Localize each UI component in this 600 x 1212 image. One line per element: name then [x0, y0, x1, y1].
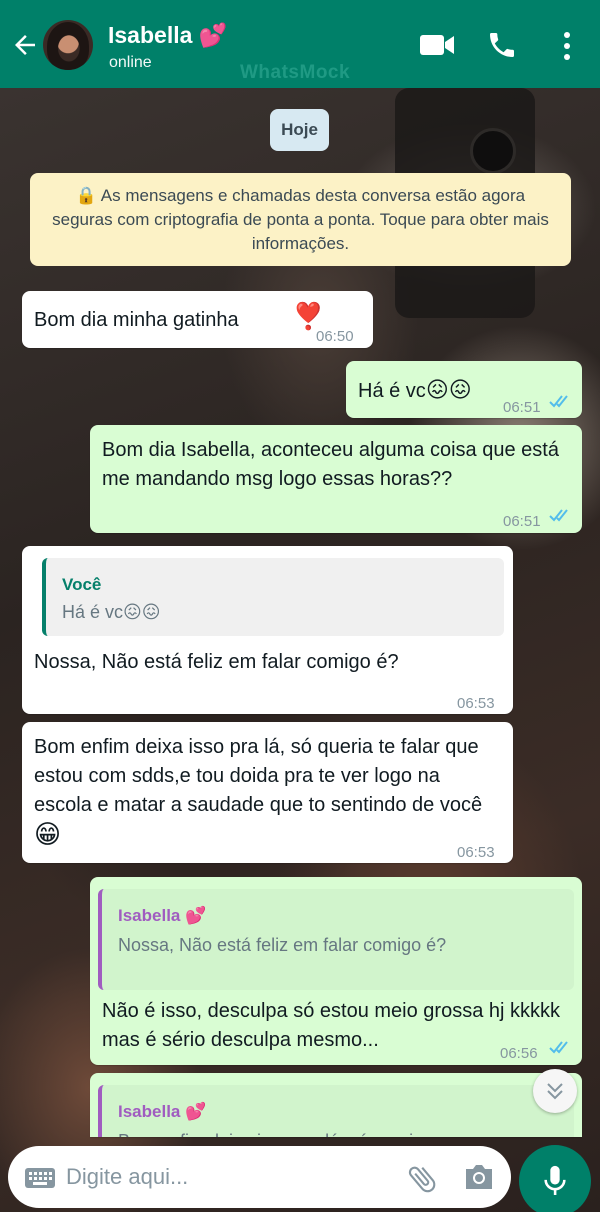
read-ticks-icon: [549, 1041, 568, 1054]
message-incoming[interactable]: Bom dia minha gatinha ❣️ 06:50: [22, 291, 373, 348]
date-divider: Hoje: [270, 109, 329, 151]
message-input[interactable]: Digite aqui...: [66, 1164, 188, 1190]
quoted-message[interactable]: Você Há é vc😖😖: [42, 558, 504, 636]
read-ticks-icon: [549, 509, 568, 522]
more-vert-icon[interactable]: [558, 31, 576, 61]
mic-icon: [544, 1165, 566, 1195]
encryption-notice[interactable]: 🔒 As mensagens e chamadas desta conversa…: [30, 173, 571, 266]
keyboard-icon[interactable]: [24, 1167, 56, 1189]
message-time: 06:51: [503, 399, 541, 416]
message-time: 06:56: [500, 1045, 538, 1062]
message-outgoing[interactable]: Isabella 💕 Bom enfim deixa isso pra lá, …: [90, 1073, 582, 1137]
quote-author: Você: [62, 575, 102, 594]
quoted-message[interactable]: Isabella 💕 Nossa, Não está feliz em fala…: [98, 889, 574, 990]
scroll-to-bottom-button[interactable]: [533, 1069, 577, 1113]
message-text: Bom enfim deixa isso pra lá, só queria t…: [34, 736, 483, 849]
contact-status: online: [109, 54, 152, 71]
mic-button[interactable]: [519, 1145, 591, 1212]
avatar[interactable]: [43, 20, 93, 70]
attach-icon[interactable]: [405, 1162, 439, 1196]
message-outgoing[interactable]: Há é vc😖😖 06:51: [346, 361, 582, 418]
message-text: Bom dia Isabella, aconteceu alguma coisa…: [102, 439, 559, 490]
phone-call-icon[interactable]: [486, 29, 518, 61]
contact-name[interactable]: Isabella 💕: [108, 22, 227, 49]
watermark: WhatsMock: [240, 62, 351, 83]
message-incoming[interactable]: Bom enfim deixa isso pra lá, só queria t…: [22, 722, 513, 863]
quote-author: Isabella 💕: [118, 1102, 207, 1121]
message-text: Bom dia minha gatinha: [34, 309, 239, 331]
message-time: 06:51: [503, 513, 541, 530]
message-outgoing[interactable]: Isabella 💕 Nossa, Não está feliz em fala…: [90, 877, 582, 1065]
double-chevron-down-icon: [547, 1083, 563, 1100]
message-time: 06:53: [457, 695, 495, 712]
quote-text: Há é vc😖😖: [62, 602, 161, 622]
chat-header: Isabella 💕 online WhatsMock: [0, 0, 600, 88]
back-arrow-icon[interactable]: [10, 30, 40, 60]
quoted-message[interactable]: Isabella 💕 Bom enfim deixa isso pra lá, …: [98, 1085, 574, 1137]
message-incoming[interactable]: Você Há é vc😖😖 Nossa, Não está feliz em …: [22, 546, 513, 714]
camera-icon[interactable]: [463, 1162, 495, 1192]
message-composer[interactable]: Digite aqui...: [8, 1146, 511, 1208]
quote-text: Bom enfim deixa isso pra lá, só queria: [118, 1129, 423, 1137]
message-text: Nossa, Não está feliz em falar comigo é?: [34, 651, 399, 673]
read-ticks-icon: [549, 395, 568, 408]
message-outgoing[interactable]: Bom dia Isabella, aconteceu alguma coisa…: [90, 425, 582, 533]
quote-author: Isabella 💕: [118, 906, 207, 925]
message-time: 06:53: [457, 844, 495, 861]
video-call-icon[interactable]: [418, 31, 456, 59]
message-text: Há é vc😖😖: [358, 377, 472, 402]
quote-text: Nossa, Não está feliz em falar comigo é?: [118, 935, 447, 955]
message-time: 06:50: [316, 328, 354, 345]
